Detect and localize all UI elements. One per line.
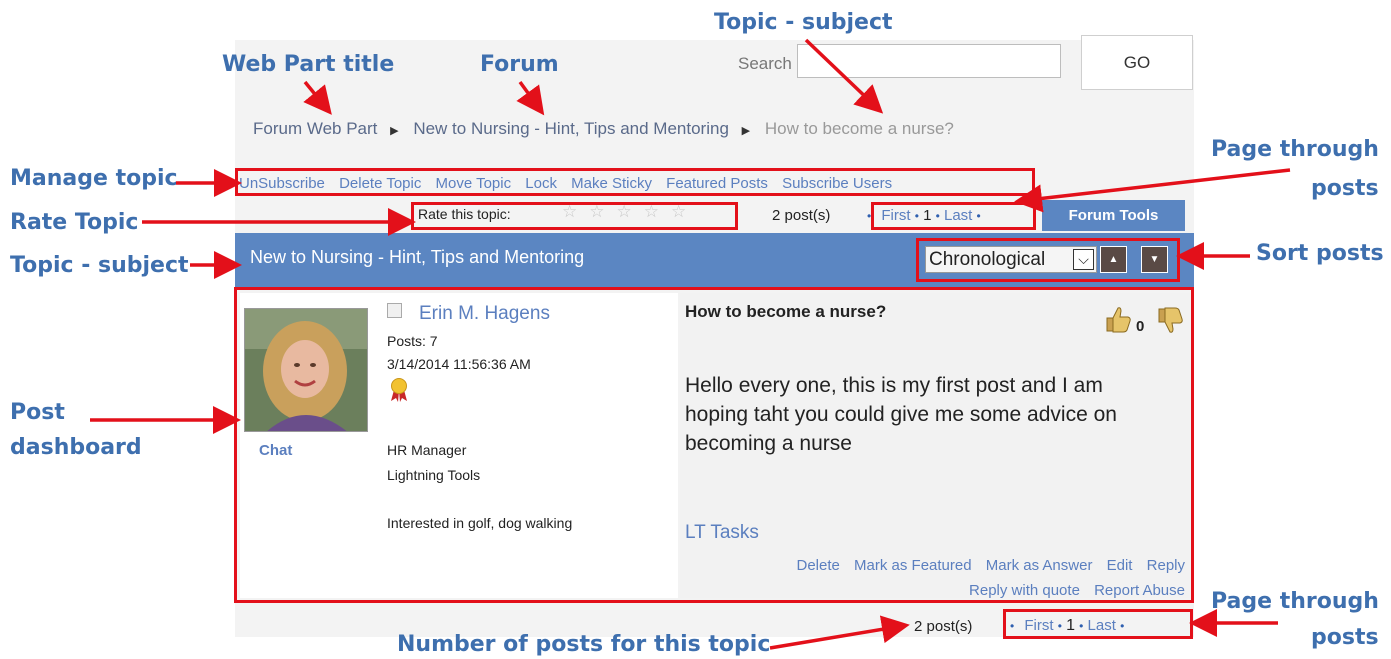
arrow-web-part-title [303, 80, 332, 115]
arrow-topic-subject-top [804, 38, 884, 114]
arrow-page-through-top [1014, 168, 1291, 213]
arrow-forum [516, 80, 545, 116]
annotation-arrows [90, 38, 1291, 650]
arrow-number-of-posts [769, 615, 910, 650]
